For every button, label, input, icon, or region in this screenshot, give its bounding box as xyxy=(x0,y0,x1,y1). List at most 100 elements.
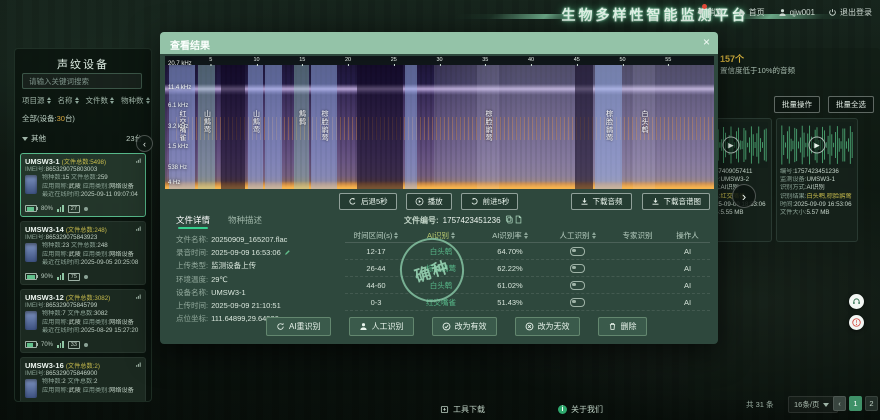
manual-toggle-icon[interactable] xyxy=(570,281,585,290)
feedback-float-button[interactable] xyxy=(849,315,864,330)
device-card[interactable]: UMSW3-12 (文件总数:3082)IMEI号:86532907584579… xyxy=(20,289,146,353)
button-label: 改为有效 xyxy=(455,321,487,332)
files-count: 259 xyxy=(97,174,107,181)
batch-button-1[interactable]: 批量全选 xyxy=(828,96,874,113)
sort-filter-2[interactable]: 文件数 xyxy=(86,95,115,106)
file-icon[interactable] xyxy=(514,215,523,224)
sort-icon[interactable] xyxy=(394,232,398,239)
sort-icon[interactable] xyxy=(592,232,596,239)
play-icon[interactable]: ▶ xyxy=(809,137,826,154)
batch-button-0[interactable]: 批量操作 xyxy=(774,96,820,113)
rewind-button[interactable]: 后退5秒 xyxy=(339,193,397,210)
spectrogram-band[interactable]: 鹪鹩 xyxy=(294,65,309,189)
download-spectrogram-button[interactable]: 下载音谱图 xyxy=(642,193,711,210)
delete-button[interactable]: 删除 xyxy=(598,317,647,336)
ai-species-link[interactable]: 白头鹎 xyxy=(430,246,453,257)
device-card[interactable]: UMSW3-16 (文件总数:2)IMEI号:865329075846900物种… xyxy=(20,357,146,402)
nav-item-1[interactable]: 首页 xyxy=(737,7,765,18)
device-search-input[interactable] xyxy=(27,76,137,87)
device-card[interactable]: UMSW3-1 (文件总数:5498)IMEI号:865329075803003… xyxy=(20,153,146,217)
edit-icon[interactable] xyxy=(284,249,291,256)
play-icon[interactable]: ▶ xyxy=(723,137,740,154)
sort-icon[interactable] xyxy=(451,232,455,239)
org-label: 应用简称: xyxy=(42,183,68,190)
download-audio-button[interactable]: 下载音频 xyxy=(571,193,632,210)
device-card[interactable]: UMSW3-14 (文件总数:248)IMEI号:865329075843923… xyxy=(20,221,146,285)
spectrogram-band[interactable] xyxy=(265,65,282,189)
close-icon[interactable]: × xyxy=(703,35,710,49)
sort-icon[interactable] xyxy=(75,97,79,104)
page-button-1[interactable]: 1 xyxy=(849,396,862,411)
nav-item-label: 退出登录 xyxy=(840,7,872,18)
button-label: 人工识别 xyxy=(372,321,404,332)
page-button-2[interactable]: 2 xyxy=(865,396,878,411)
play-button[interactable]: 播放 xyxy=(406,193,452,210)
spectrogram-band[interactable] xyxy=(575,65,593,189)
sort-up-arrow xyxy=(47,97,51,100)
frequency-label: 6.1 kHz xyxy=(168,103,188,109)
device-name: UMSW3-14 xyxy=(25,225,66,234)
carousel-next-button[interactable]: › xyxy=(732,184,756,208)
spectrogram[interactable]: 510152025303540455055 20.7 kHz11.4 kHz6.… xyxy=(165,56,714,189)
prev-page-button[interactable]: ‹ xyxy=(833,396,846,411)
spectrogram-band[interactable]: 棕脸鹟莺 xyxy=(477,65,499,189)
spectrogram-band[interactable] xyxy=(221,65,245,189)
manual-toggle-icon[interactable] xyxy=(570,264,585,273)
sort-filter-1[interactable]: 名称 xyxy=(58,95,79,106)
column-header-1[interactable]: AI识别 xyxy=(407,230,475,241)
sort-filter-0[interactable]: 项目源 xyxy=(22,95,51,106)
column-header-3[interactable]: 人工识别 xyxy=(545,230,610,241)
cell-manual xyxy=(545,264,610,273)
manual-toggle-icon[interactable] xyxy=(570,298,585,307)
copy-icon[interactable] xyxy=(505,215,514,224)
about-us-link[interactable]: i 关于我们 xyxy=(558,404,603,415)
mark-valid-button[interactable]: 改为有效 xyxy=(432,317,497,336)
spectrogram-band[interactable]: 棕脸鹟莺 xyxy=(595,65,622,189)
manual-toggle-icon[interactable] xyxy=(570,247,585,256)
sort-icon[interactable] xyxy=(47,97,51,104)
spectrogram-band[interactable]: 棕脸鹟莺 xyxy=(311,65,337,189)
ai-species-link[interactable]: 白头鹎 xyxy=(430,280,453,291)
ai-rerecognize-button[interactable]: AI重识别 xyxy=(266,317,331,336)
nav-item-2[interactable]: qjw001 xyxy=(778,8,815,17)
tab-0[interactable]: 文件详情 xyxy=(176,214,210,229)
customer-service-float-button[interactable] xyxy=(849,294,864,309)
sort-filter-3[interactable]: 物种数 xyxy=(121,95,150,106)
mark-invalid-button[interactable]: 改为无效 xyxy=(515,317,580,336)
files-count: 3082 xyxy=(94,310,108,317)
ai-species-link[interactable]: 棕脸鹟莺 xyxy=(426,263,456,274)
tools-download-link[interactable]: 工具下载 xyxy=(440,404,485,415)
device-group-row[interactable]: 其他 23台 xyxy=(22,133,142,144)
sort-icon[interactable] xyxy=(146,97,150,104)
sort-icon[interactable] xyxy=(110,97,114,104)
last-online-label: 最近在线时间: xyxy=(42,259,81,266)
sort-icon[interactable] xyxy=(524,232,528,239)
nav-item-3[interactable]: 退出登录 xyxy=(828,7,872,18)
spectrogram-band[interactable] xyxy=(405,65,417,189)
info-label: 录音时间: xyxy=(176,246,208,259)
column-header-0[interactable]: 时间区间(s) xyxy=(345,230,407,241)
audio-card[interactable]: ▶编号:1757423451236监测设备:UMSW3-1识别方式:AI识别识别… xyxy=(776,118,858,242)
org-label: 应用简称: xyxy=(42,251,68,258)
battery-percent: 70% xyxy=(41,342,53,348)
group-toggle[interactable]: 其他 xyxy=(22,133,46,144)
file-info-line: 文件名称:20250909_165207.flac xyxy=(176,233,361,246)
forward-button[interactable]: 前进5秒 xyxy=(461,193,519,210)
type-label: 应用类别: xyxy=(83,387,109,394)
detail-tabs: 文件详情 物种描述 xyxy=(176,214,262,229)
page-size-select[interactable]: 16条/页 xyxy=(788,396,838,413)
time-range-value: 26-44 xyxy=(366,264,385,273)
manual-recognize-button[interactable]: 人工识别 xyxy=(349,317,414,336)
files-label: 文件总数: xyxy=(67,310,93,317)
spectrogram-band[interactable] xyxy=(357,65,403,189)
column-header-2[interactable]: AI识别率 xyxy=(475,230,545,241)
spectrogram-band[interactable]: 白头鹎 xyxy=(633,65,655,189)
spectrogram-band[interactable]: 山鹪莺 xyxy=(248,65,263,189)
cell-operator: AI xyxy=(665,247,710,256)
ai-species-link[interactable]: 红交嘴雀 xyxy=(426,297,456,308)
sidebar-collapse-button[interactable]: ‹ xyxy=(136,135,153,152)
tab-1[interactable]: 物种描述 xyxy=(228,214,262,229)
nav-item-0[interactable]: 消息 xyxy=(696,7,724,18)
device-status-row: 70%33 xyxy=(25,341,88,350)
spectrogram-band[interactable]: 山鹪莺 xyxy=(198,65,215,189)
